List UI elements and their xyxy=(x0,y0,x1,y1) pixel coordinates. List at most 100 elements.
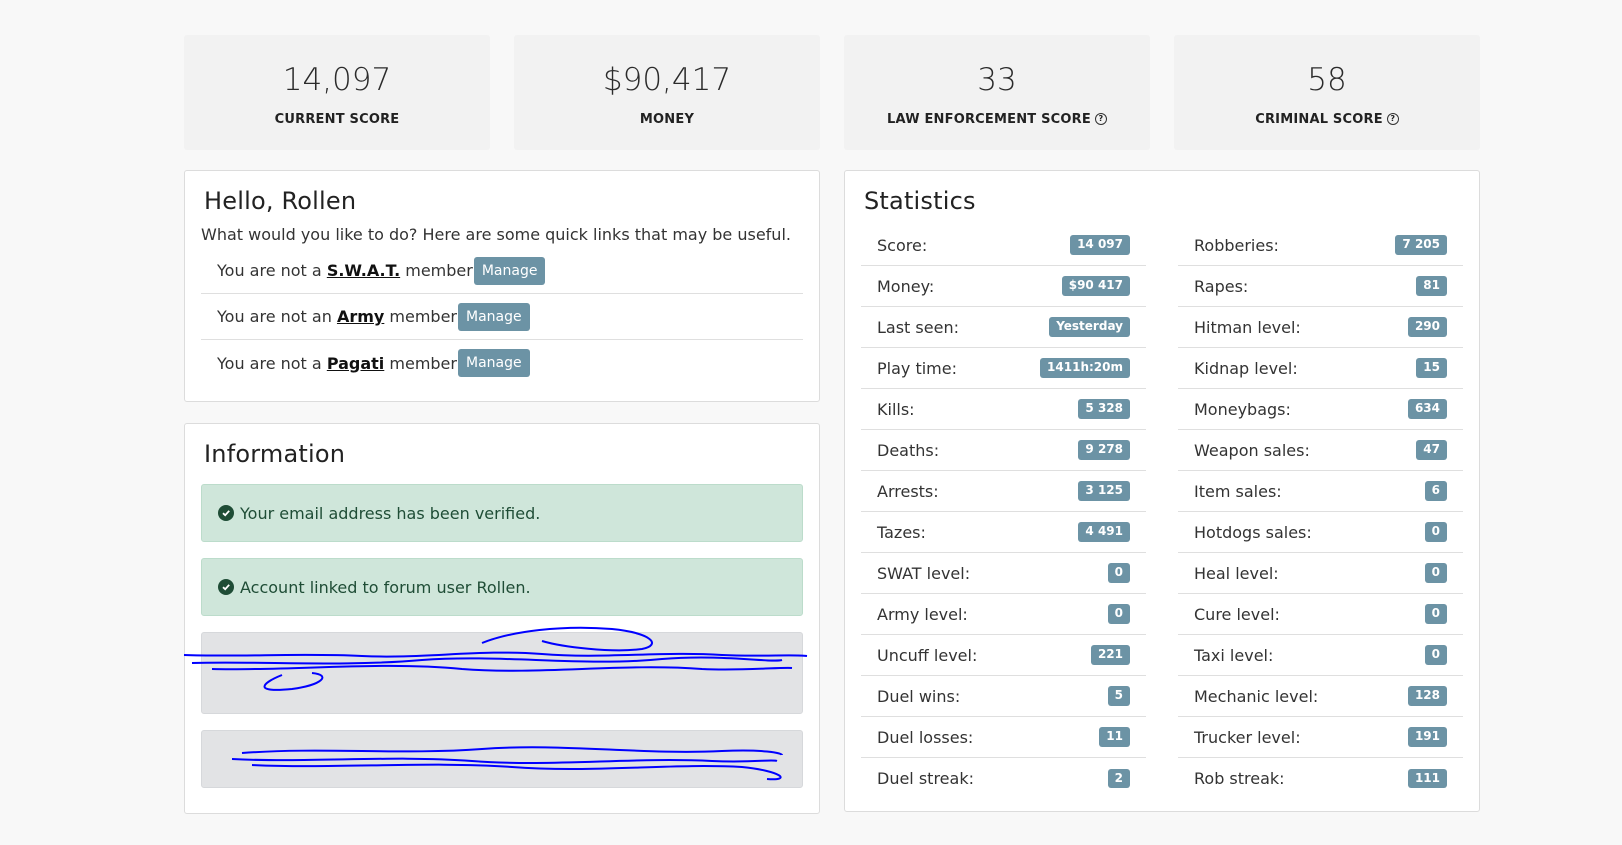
alert-text: Account linked to forum user Rollen. xyxy=(240,577,531,597)
stat-row: Money: $90 417 xyxy=(861,266,1146,307)
hello-title: Hello, Rollen xyxy=(204,187,357,215)
card-current-score: 14,097 CURRENT SCORE xyxy=(184,35,490,150)
stat-row: SWAT level: 0 xyxy=(861,553,1146,594)
help-icon[interactable]: ? xyxy=(1094,113,1107,125)
manage-swat-button[interactable]: Manage xyxy=(473,256,546,285)
manage-pagati-button[interactable]: Manage xyxy=(457,349,530,377)
stat-row: Kills: 5 328 xyxy=(861,389,1146,430)
hello-panel: Hello, Rollen What would you like to do?… xyxy=(184,170,820,402)
stat-label: Rapes: xyxy=(1194,276,1249,296)
stat-label: Kills: xyxy=(877,399,915,419)
stat-row: Kidnap level: 15 xyxy=(1178,348,1463,389)
stat-value-badge: 1411h:20m xyxy=(1040,358,1130,378)
stat-label: Duel wins: xyxy=(877,686,961,706)
stat-label: Mechanic level: xyxy=(1194,686,1319,706)
stat-value-badge: 0 xyxy=(1424,604,1447,624)
stat-row: Uncuff level: 221 xyxy=(861,635,1146,676)
membership-row-pagati: You are not a Pagati member Manage xyxy=(201,340,803,386)
card-money: $90,417 MONEY xyxy=(514,35,820,150)
stat-row: Mechanic level: 128 xyxy=(1178,676,1463,717)
stat-value-badge: 0 xyxy=(1424,522,1447,542)
org-link-pagati[interactable]: Pagati xyxy=(327,354,384,373)
stat-row: Army level: 0 xyxy=(861,594,1146,635)
stat-label: Deaths: xyxy=(877,440,940,460)
statistics-title: Statistics xyxy=(864,187,976,215)
stat-value-badge: $90 417 xyxy=(1061,276,1130,296)
membership-row-swat: You are not a S.W.A.T. member Manage xyxy=(201,248,803,294)
stat-row: Duel streak: 2 xyxy=(861,758,1146,799)
stat-label: Taxi level: xyxy=(1194,645,1274,665)
card-label: CRIMINAL SCORE? xyxy=(1255,112,1399,127)
stat-value-badge: 5 328 xyxy=(1078,399,1130,419)
stat-value-badge: 0 xyxy=(1424,645,1447,665)
stat-row: Taxi level: 0 xyxy=(1178,635,1463,676)
card-value: 33 xyxy=(977,61,1017,98)
redaction-scribble xyxy=(231,746,783,781)
membership-text: You are not an Army member xyxy=(217,307,458,326)
manage-army-button[interactable]: Manage xyxy=(458,302,530,331)
stat-row: Cure level: 0 xyxy=(1178,594,1463,635)
redaction-scribble xyxy=(183,626,808,691)
card-value: 14,097 xyxy=(282,61,392,98)
stat-label: Trucker level: xyxy=(1194,727,1301,747)
help-icon[interactable]: ? xyxy=(1386,113,1399,125)
statistics-panel: Statistics Score: 14 097 Money: $90 417 Last… xyxy=(844,170,1480,812)
stat-label: Kidnap level: xyxy=(1194,358,1298,378)
stat-value-badge: 221 xyxy=(1090,645,1130,665)
stat-row: Hitman level: 290 xyxy=(1178,307,1463,348)
membership-text: You are not a Pagati member xyxy=(217,353,457,373)
stat-label: Hitman level: xyxy=(1194,317,1301,337)
stat-row: Rob streak: 111 xyxy=(1178,758,1463,799)
stat-value-badge: 7 205 xyxy=(1395,235,1447,255)
stat-value-badge: 290 xyxy=(1407,317,1447,337)
stat-row: Weapon sales: 47 xyxy=(1178,430,1463,471)
stat-value-badge: 9 278 xyxy=(1078,440,1130,460)
stat-row: Tazes: 4 491 xyxy=(861,512,1146,553)
stat-label: Cure level: xyxy=(1194,604,1280,624)
membership-row-army: You are not an Army member Manage xyxy=(201,294,803,340)
check-circle-icon xyxy=(218,505,234,521)
membership-list: You are not a S.W.A.T. member Manage You… xyxy=(201,248,803,386)
score-cards: 14,097 CURRENT SCORE $90,417 MONEY 33 LA… xyxy=(184,35,1480,150)
stat-row: Duel wins: 5 xyxy=(861,676,1146,717)
stat-value-badge: 81 xyxy=(1416,276,1447,296)
alert-redacted xyxy=(201,730,803,788)
stat-label: Play time: xyxy=(877,358,957,378)
stat-value-badge: 2 xyxy=(1107,768,1130,789)
stat-value-badge: 47 xyxy=(1416,440,1447,460)
card-value: 58 xyxy=(1307,61,1347,98)
statistics-grid: Score: 14 097 Money: $90 417 Last seen: Yeste… xyxy=(861,225,1463,799)
org-link-army[interactable]: Army xyxy=(337,307,384,326)
card-label: LAW ENFORCEMENT SCORE? xyxy=(887,112,1107,127)
stat-value-badge: 6 xyxy=(1424,481,1447,501)
stat-value-badge: 111 xyxy=(1407,768,1447,789)
stat-label: Robberies: xyxy=(1194,235,1279,255)
stat-row: Deaths: 9 278 xyxy=(861,430,1146,471)
stat-row: Trucker level: 191 xyxy=(1178,717,1463,758)
card-law-enforcement-score: 33 LAW ENFORCEMENT SCORE? xyxy=(844,35,1150,150)
stat-value-badge: 0 xyxy=(1107,604,1130,624)
stat-value-badge: Yesterday xyxy=(1049,317,1130,337)
stat-value-badge: 128 xyxy=(1407,686,1447,706)
stat-label: Item sales: xyxy=(1194,481,1282,501)
stat-value-badge: 15 xyxy=(1416,358,1447,378)
information-panel: Information Your email address has been … xyxy=(183,423,820,814)
stat-label: Duel losses: xyxy=(877,727,974,747)
org-link-swat[interactable]: S.W.A.T. xyxy=(327,261,400,280)
stat-row: Hotdogs sales: 0 xyxy=(1178,512,1463,553)
check-circle-icon xyxy=(218,579,234,595)
statistics-column-right: Robberies: 7 205 Rapes: 81 Hitman level: 290 K… xyxy=(1178,225,1463,799)
alert-email-verified: Your email address has been verified. xyxy=(201,484,803,542)
stat-label: Heal level: xyxy=(1194,563,1279,583)
alert-text: Your email address has been verified. xyxy=(240,503,541,523)
stat-label: Rob streak: xyxy=(1194,769,1285,788)
stat-label: Hotdogs sales: xyxy=(1194,522,1312,542)
stat-label: Last seen: xyxy=(877,317,959,337)
stat-row: Moneybags: 634 xyxy=(1178,389,1463,430)
statistics-column-left: Score: 14 097 Money: $90 417 Last seen: Yeste… xyxy=(861,225,1146,799)
stat-value-badge: 4 491 xyxy=(1078,522,1130,542)
stat-label: Moneybags: xyxy=(1194,399,1291,419)
alert-redacted xyxy=(183,626,808,714)
stat-label: Army level: xyxy=(877,604,968,624)
stat-row: Play time: 1411h:20m xyxy=(861,348,1146,389)
